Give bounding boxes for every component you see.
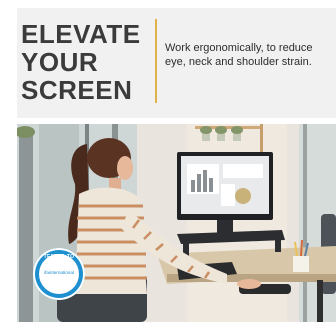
headline: ELEVATE YOUR SCREEN	[21, 20, 141, 104]
headline-line-2: YOUR	[21, 47, 99, 77]
headline-line-1: ELEVATE	[21, 19, 141, 49]
tagline: Work ergonomically, to reduce eye, neck …	[165, 42, 313, 68]
badge-brand-text: ifainternational	[44, 270, 74, 275]
badge-top-text: TESTED TO	[43, 254, 75, 260]
badge-bottom-text: G1-B-31	[51, 289, 67, 294]
headline-line-3: SCREEN	[21, 75, 133, 105]
accent-divider	[155, 19, 157, 103]
certification-badge: TESTED TO ifainternational G1-B-31	[33, 248, 85, 300]
